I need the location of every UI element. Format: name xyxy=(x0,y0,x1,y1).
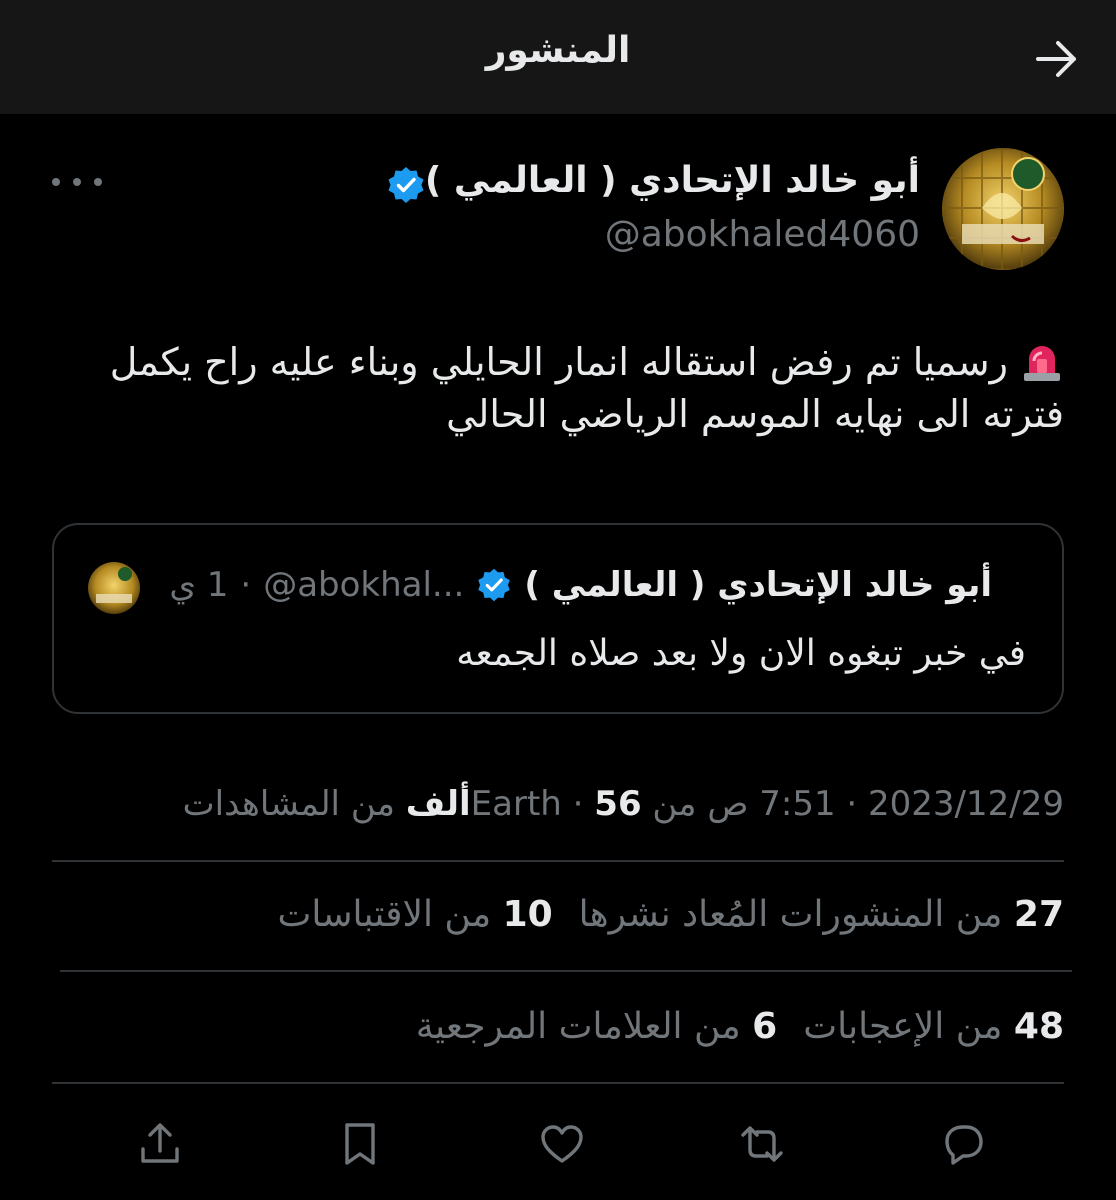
post-detail-screen: المنشور أبو خالد الإتحادي (العالمي) @a… xyxy=(0,0,1116,1200)
share-icon xyxy=(141,1123,179,1163)
share-button[interactable] xyxy=(132,1116,188,1172)
quoted-header: أبو خالد الإتحادي ( العالمي ) @abokhal..… xyxy=(169,565,992,605)
reply-icon xyxy=(945,1125,983,1165)
arrow-right-icon xyxy=(1036,41,1076,77)
reposts-stat[interactable]: 27 من المنشورات المُعاد نشرها xyxy=(579,894,1064,935)
bookmark-button[interactable] xyxy=(332,1116,388,1172)
author-handle[interactable]: @abokhaled4060 xyxy=(605,214,920,255)
meta-dot: · xyxy=(846,784,858,824)
quotes-label: من الاقتباسات xyxy=(277,894,492,935)
like-button[interactable] xyxy=(534,1116,590,1172)
reply-button[interactable] xyxy=(936,1116,992,1172)
back-button[interactable] xyxy=(1032,36,1082,82)
post-meta: 2023/12/29 · 7:51 ص من Earth · 56ألف من … xyxy=(183,784,1064,824)
likes-stat[interactable]: 48 من الإعجابات xyxy=(803,1006,1064,1047)
verified-badge-icon xyxy=(478,568,511,602)
likes-label: من الإعجابات xyxy=(803,1006,1003,1047)
quoted-author-name: أبو خالد الإتحادي ( العالمي ) xyxy=(524,565,992,605)
reposts-count: 27 xyxy=(1013,894,1064,935)
quoted-separator: · xyxy=(240,565,252,605)
views-label: من المشاهدات xyxy=(182,784,395,824)
more-horizontal-icon xyxy=(52,178,60,186)
stats-row-likes: 48 من الإعجابات 6 من العلامات المرجعية xyxy=(416,1006,1064,1047)
quoted-avatar xyxy=(88,562,140,614)
more-options-button[interactable] xyxy=(52,164,102,200)
divider xyxy=(52,1082,1064,1084)
action-bar xyxy=(0,1104,1116,1174)
top-bar: المنشور xyxy=(0,0,1116,114)
repost-button[interactable] xyxy=(734,1116,790,1172)
avatar-image xyxy=(942,148,1064,270)
reposts-label: من المنشورات المُعاد نشرها xyxy=(578,894,1003,935)
page-title: المنشور xyxy=(485,30,631,71)
post-time-source: 7:51 ص من Earth xyxy=(470,784,836,824)
repost-icon xyxy=(741,1126,783,1162)
siren-emoji-icon xyxy=(1024,346,1060,381)
divider xyxy=(52,860,1064,862)
stats-row-reposts: 27 من المنشورات المُعاد نشرها 10 من الاق… xyxy=(278,894,1064,935)
quotes-count: 10 xyxy=(502,894,553,935)
post-text-content: رسميا تم رفض استقاله انمار الحايلي وبناء… xyxy=(109,340,1064,436)
bookmark-icon xyxy=(345,1123,375,1165)
quoted-post-card[interactable]: أبو خالد الإتحادي ( العالمي ) @abokhal..… xyxy=(52,523,1064,714)
verified-badge-icon xyxy=(388,167,424,203)
quoted-avatar-image xyxy=(88,562,140,614)
bookmarks-label: من العلامات المرجعية xyxy=(415,1006,741,1047)
author-name[interactable]: أبو خالد الإتحادي ( العالمي ) xyxy=(425,160,920,201)
quoted-time: 1 ي xyxy=(169,565,229,605)
quotes-stat[interactable]: 10 من الاقتباسات xyxy=(278,894,553,935)
likes-count: 48 xyxy=(1013,1006,1064,1047)
divider xyxy=(60,970,1072,972)
quoted-post-text: في خبر تبغوه الان ولا بعد صلاه الجمعه xyxy=(456,633,1026,674)
post-text: رسميا تم رفض استقاله انمار الحايلي وبناء… xyxy=(54,336,1064,440)
post-date: 2023/12/29 xyxy=(868,784,1064,824)
avatar[interactable] xyxy=(942,148,1064,270)
meta-dot: · xyxy=(572,784,584,824)
bookmarks-stat[interactable]: 6 من العلامات المرجعية xyxy=(416,1006,777,1047)
quoted-author-handle: @abokhal... xyxy=(263,565,465,605)
bookmarks-count: 6 xyxy=(752,1006,778,1047)
heart-icon xyxy=(541,1125,583,1163)
